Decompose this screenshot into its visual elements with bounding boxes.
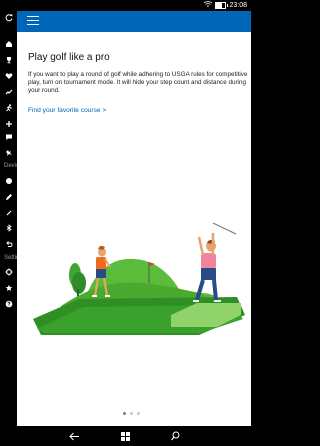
back-icon[interactable]: [68, 430, 80, 442]
settings-icon[interactable]: [0, 266, 17, 278]
pager-dot[interactable]: [137, 412, 140, 415]
system-nav-bar: [0, 426, 251, 446]
pencil-icon[interactable]: [0, 191, 17, 203]
pager-dot[interactable]: [123, 412, 126, 415]
star-icon[interactable]: [0, 282, 17, 294]
help-icon[interactable]: [0, 298, 17, 310]
wifi-icon: [204, 1, 213, 10]
app-header: [17, 11, 251, 32]
activity-icon[interactable]: [0, 147, 17, 159]
run-icon[interactable]: [0, 102, 17, 114]
page-description: If you want to play a round of golf whil…: [28, 71, 248, 95]
windows-icon[interactable]: [119, 430, 131, 442]
chevron-right-icon: >: [102, 107, 107, 114]
main-content: Play golf like a pro If you want to play…: [17, 32, 251, 426]
trophy-icon[interactable]: [0, 54, 17, 66]
nav-rail: Devices Settings: [0, 11, 26, 426]
steps-icon[interactable]: [0, 118, 17, 130]
sleep-icon[interactable]: [0, 86, 17, 98]
search-icon[interactable]: [169, 430, 181, 442]
tree-icon: [69, 263, 86, 297]
status-indicators: 23:08: [204, 1, 247, 10]
sync-icon[interactable]: [0, 12, 17, 24]
message-icon[interactable]: [0, 131, 17, 143]
battery-icon: [215, 2, 229, 9]
find-course-link-label: Find your favorite course: [28, 107, 101, 114]
bluetooth-icon[interactable]: [0, 222, 17, 234]
pager-dots: [123, 412, 140, 415]
undo-icon[interactable]: [0, 238, 17, 250]
page-title: Play golf like a pro: [28, 52, 110, 63]
help-circle-icon[interactable]: [0, 175, 17, 187]
phone-icon[interactable]: [0, 207, 17, 219]
status-bar: 23:08: [0, 0, 251, 11]
hamburger-icon[interactable]: [27, 16, 39, 26]
golf-illustration: [33, 222, 245, 335]
clock: 23:08: [229, 2, 247, 9]
find-course-link[interactable]: Find your favorite course >: [28, 107, 106, 114]
heart-icon[interactable]: [0, 70, 17, 82]
home-icon[interactable]: [0, 38, 17, 50]
golfer-man: [193, 222, 237, 302]
pager-dot[interactable]: [130, 412, 133, 415]
